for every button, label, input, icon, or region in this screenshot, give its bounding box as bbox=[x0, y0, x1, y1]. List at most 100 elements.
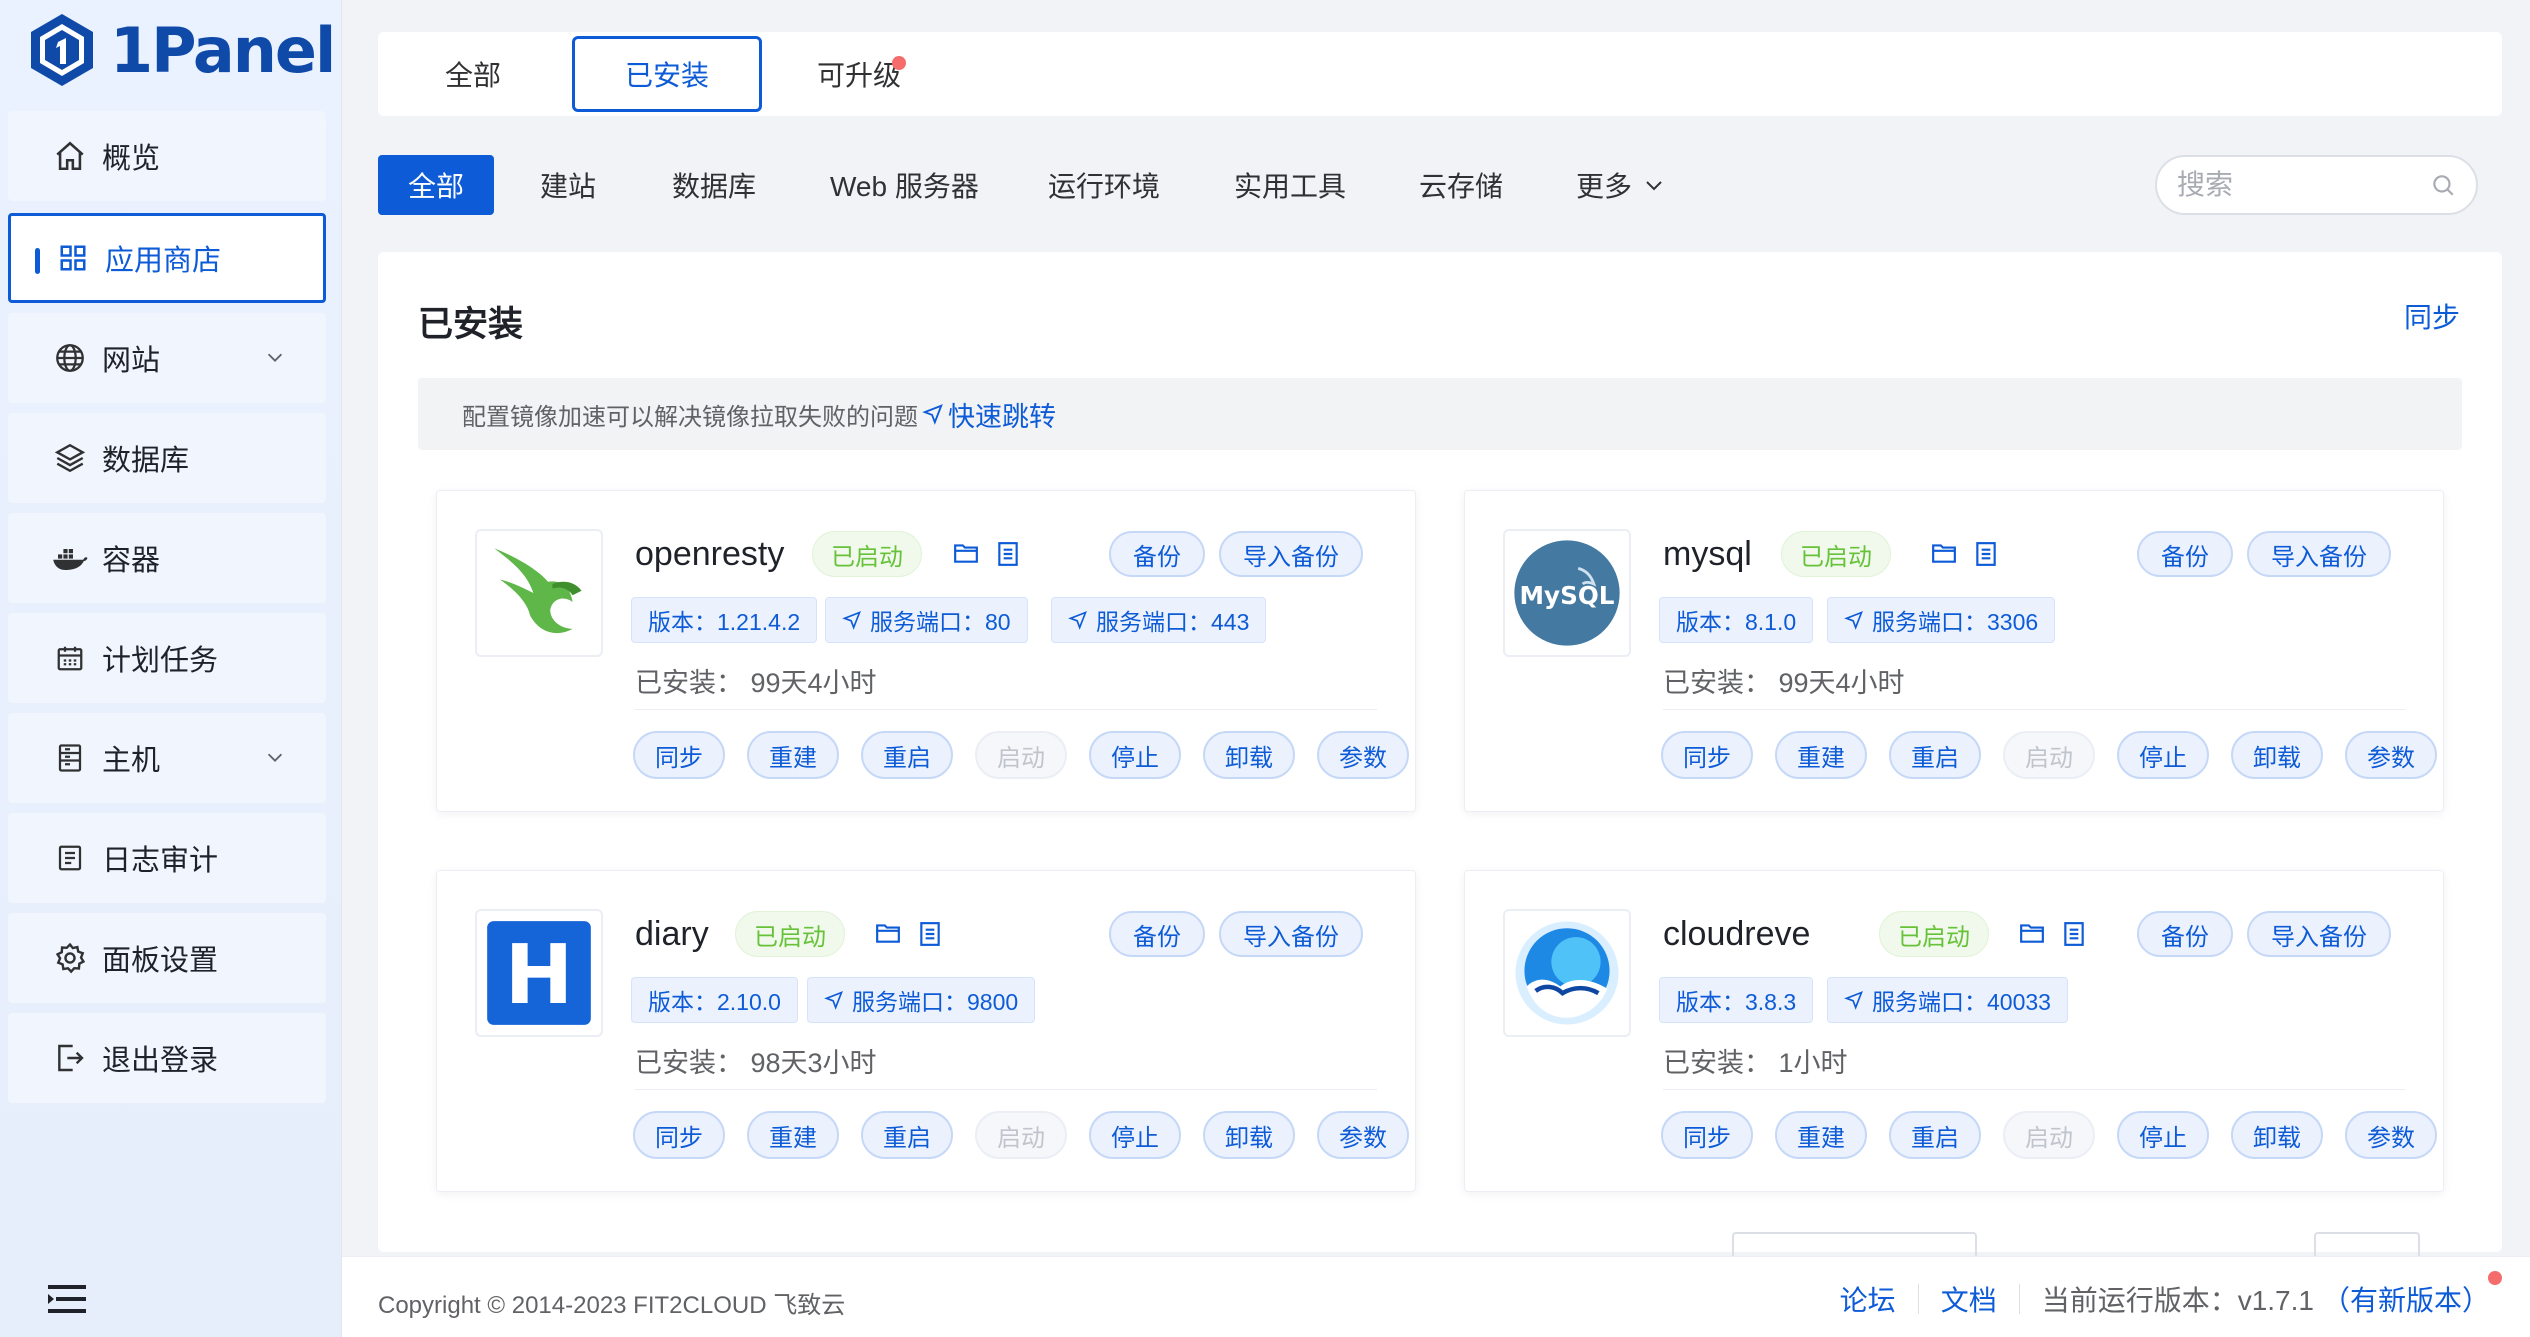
backup-button[interactable]: 备份 bbox=[1109, 911, 1205, 957]
sidebar-item-label: 退出登录 bbox=[102, 1045, 219, 1077]
document-icon[interactable] bbox=[997, 541, 1019, 567]
sidebar-item-overview[interactable]: 概览 bbox=[8, 111, 326, 201]
sidebar-item-cron[interactable]: 计划任务 bbox=[8, 613, 326, 703]
sync-button[interactable]: 同步 bbox=[1661, 1111, 1753, 1159]
restart-button[interactable]: 重启 bbox=[861, 1111, 953, 1159]
tab-all[interactable]: 全部 bbox=[378, 36, 568, 112]
sync-button[interactable]: 同步 bbox=[1661, 731, 1753, 779]
stop-button[interactable]: 停止 bbox=[1089, 1111, 1181, 1159]
folder-icon[interactable] bbox=[953, 541, 979, 565]
category-more[interactable]: 更多 bbox=[1576, 155, 1666, 215]
stop-button[interactable]: 停止 bbox=[2117, 1111, 2209, 1159]
category-web-server[interactable]: Web 服务器 bbox=[830, 155, 979, 215]
document-icon[interactable] bbox=[1975, 541, 1997, 567]
params-button[interactable]: 参数 bbox=[1317, 731, 1409, 779]
uninstall-button[interactable]: 卸载 bbox=[1203, 1111, 1295, 1159]
category-database[interactable]: 数据库 bbox=[672, 155, 756, 215]
port-label: 服务端口：3306 bbox=[1872, 609, 2039, 635]
import-backup-button[interactable]: 导入备份 bbox=[1219, 911, 1363, 957]
copyright: Copyright © 2014-2023 FIT2CLOUD 飞致云 bbox=[378, 1292, 846, 1319]
footer: Copyright © 2014-2023 FIT2CLOUD 飞致云 论坛 文… bbox=[342, 1256, 2530, 1337]
document-list-icon bbox=[52, 840, 88, 876]
port-tag[interactable]: 服务端口：80 bbox=[825, 597, 1028, 643]
search-icon[interactable] bbox=[2430, 172, 2456, 198]
rebuild-button[interactable]: 重建 bbox=[1775, 731, 1867, 779]
import-backup-button[interactable]: 导入备份 bbox=[2247, 911, 2391, 957]
folder-icon[interactable] bbox=[875, 921, 901, 945]
search-box[interactable] bbox=[2155, 155, 2478, 215]
port-tag[interactable]: 服务端口：9800 bbox=[807, 977, 1036, 1023]
stop-button[interactable]: 停止 bbox=[1089, 731, 1181, 779]
category-tools[interactable]: 实用工具 bbox=[1234, 155, 1346, 215]
backup-button[interactable]: 备份 bbox=[2137, 911, 2233, 957]
uninstall-button[interactable]: 卸载 bbox=[2231, 1111, 2323, 1159]
panel-title: 已安装 bbox=[418, 305, 524, 344]
new-version-link[interactable]: （有新版本） bbox=[2322, 1271, 2502, 1319]
version-tag: 版本：8.1.0 bbox=[1659, 597, 1814, 643]
divider bbox=[1663, 709, 2405, 710]
sync-link[interactable]: 同步 bbox=[2404, 296, 2460, 336]
restart-button[interactable]: 重启 bbox=[1889, 1111, 1981, 1159]
folder-icon[interactable] bbox=[2019, 921, 2045, 945]
docs-link[interactable]: 文档 bbox=[1941, 1279, 1997, 1319]
uninstall-button[interactable]: 卸载 bbox=[1203, 731, 1295, 779]
uninstall-button[interactable]: 卸载 bbox=[2231, 731, 2323, 779]
stop-button[interactable]: 停止 bbox=[2117, 731, 2209, 779]
sidebar-item-host[interactable]: 主机 bbox=[8, 713, 326, 803]
status-badge: 已启动 bbox=[1781, 531, 1891, 577]
forum-link[interactable]: 论坛 bbox=[1840, 1279, 1896, 1319]
layers-icon bbox=[52, 440, 88, 476]
document-icon[interactable] bbox=[919, 921, 941, 947]
backup-button[interactable]: 备份 bbox=[1109, 531, 1205, 577]
quick-jump-link[interactable]: 快速跳转 bbox=[922, 395, 1056, 434]
port-tag[interactable]: 服务端口：3306 bbox=[1827, 597, 2056, 643]
search-input[interactable] bbox=[2177, 169, 2397, 201]
docker-icon bbox=[52, 540, 88, 576]
sidebar-item-website[interactable]: 网站 bbox=[8, 313, 326, 403]
sidebar-item-database[interactable]: 数据库 bbox=[8, 413, 326, 503]
sidebar-item-app-store[interactable]: 应用商店 bbox=[8, 213, 326, 303]
import-backup-button[interactable]: 导入备份 bbox=[2247, 531, 2391, 577]
server-icon bbox=[52, 740, 88, 776]
rebuild-button[interactable]: 重建 bbox=[1775, 1111, 1867, 1159]
port-tag[interactable]: 服务端口：40033 bbox=[1827, 977, 2068, 1023]
category-all[interactable]: 全部 bbox=[378, 155, 495, 215]
import-backup-button[interactable]: 导入备份 bbox=[1219, 531, 1363, 577]
tab-installed[interactable]: 已安装 bbox=[572, 36, 762, 112]
app-name: mysql bbox=[1663, 535, 1752, 573]
restart-button[interactable]: 重启 bbox=[1889, 731, 1981, 779]
mirror-notice: 配置镜像加速可以解决镜像拉取失败的问题 快速跳转 bbox=[418, 378, 2462, 450]
params-button[interactable]: 参数 bbox=[2345, 731, 2437, 779]
sync-button[interactable]: 同步 bbox=[633, 1111, 725, 1159]
send-icon bbox=[1844, 611, 1863, 630]
sidebar-item-container[interactable]: 容器 bbox=[8, 513, 326, 603]
backup-button[interactable]: 备份 bbox=[2137, 531, 2233, 577]
sidebar-item-label: 面板设置 bbox=[102, 945, 219, 977]
app-card-openresty: openresty 已启动 备份 导入备份 版本：1.21.4.2 服务端口：8… bbox=[436, 490, 1416, 812]
params-button[interactable]: 参数 bbox=[2345, 1111, 2437, 1159]
logo[interactable]: 1Panel bbox=[28, 8, 336, 92]
sidebar-item-logout[interactable]: 退出登录 bbox=[8, 1013, 326, 1103]
folder-icon[interactable] bbox=[1931, 541, 1957, 565]
installed-panel: 已安装 同步 配置镜像加速可以解决镜像拉取失败的问题 快速跳转 openrest… bbox=[378, 252, 2502, 1252]
category-website[interactable]: 建站 bbox=[540, 155, 596, 215]
start-button: 启动 bbox=[2003, 731, 2095, 779]
category-runtime[interactable]: 运行环境 bbox=[1048, 155, 1160, 215]
collapse-menu-button[interactable] bbox=[48, 1283, 86, 1320]
start-button: 启动 bbox=[975, 731, 1067, 779]
tab-upgradable[interactable]: 可升级 bbox=[764, 36, 954, 112]
category-cloud-storage[interactable]: 云存储 bbox=[1419, 155, 1503, 215]
status-badge: 已启动 bbox=[812, 531, 922, 577]
app-card-mysql: MySQL mysql 已启动 备份 导入备份 版本：8.1.0 服务端口：33… bbox=[1464, 490, 2444, 812]
params-button[interactable]: 参数 bbox=[1317, 1111, 1409, 1159]
rebuild-button[interactable]: 重建 bbox=[747, 731, 839, 779]
quick-jump-label: 快速跳转 bbox=[948, 401, 1056, 432]
sidebar-item-settings[interactable]: 面板设置 bbox=[8, 913, 326, 1003]
rebuild-button[interactable]: 重建 bbox=[747, 1111, 839, 1159]
port-tag[interactable]: 服务端口：443 bbox=[1051, 597, 1267, 643]
sync-button[interactable]: 同步 bbox=[633, 731, 725, 779]
footer-links: 论坛 文档 当前运行版本：v1.7.1 （有新版本） bbox=[1840, 1271, 2502, 1319]
document-icon[interactable] bbox=[2063, 921, 2085, 947]
sidebar-item-log-audit[interactable]: 日志审计 bbox=[8, 813, 326, 903]
restart-button[interactable]: 重启 bbox=[861, 731, 953, 779]
